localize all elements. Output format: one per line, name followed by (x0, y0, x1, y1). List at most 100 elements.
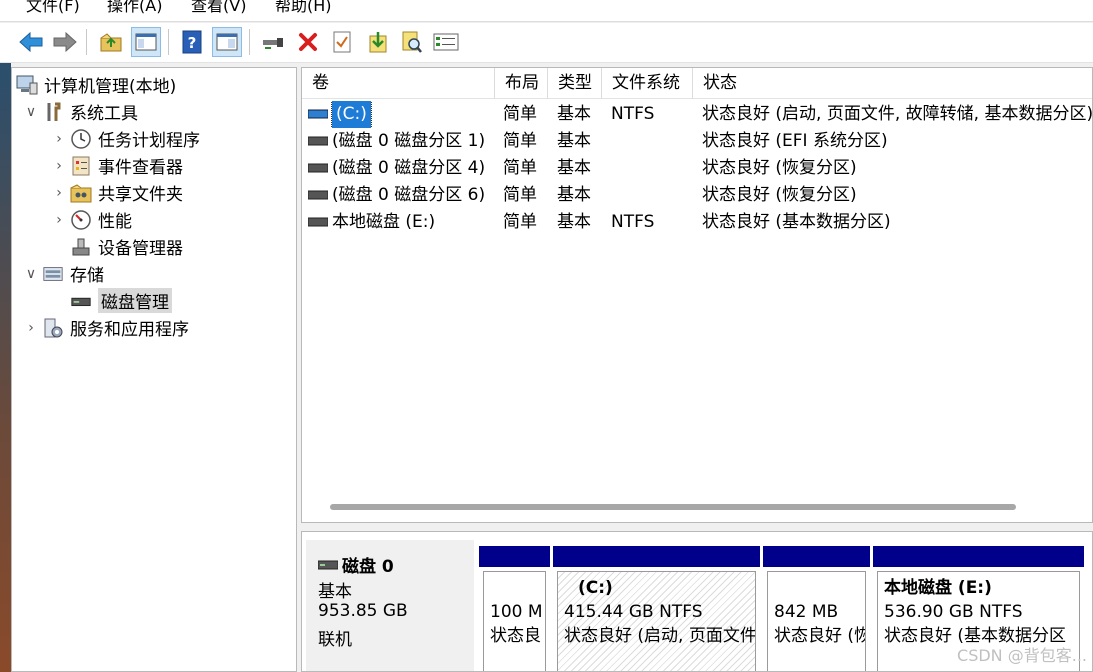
disk-status: 联机 (318, 630, 352, 650)
volume-name-cell: (C:) (308, 101, 494, 128)
tree-label: 设备管理器 (98, 239, 183, 259)
menu-action[interactable]: 操作(A) (107, 0, 162, 17)
volume-list-header: 卷 布局 类型 文件系统 状态 (302, 68, 1092, 99)
partition-size: 536.90 GB NTFS (884, 602, 1023, 622)
volume-status: 状态良好 (基本数据分区) (702, 212, 891, 232)
chevron-down-icon[interactable]: ∨ (20, 104, 42, 120)
partition-status: 状态良 (490, 626, 541, 646)
volume-drive-icon (308, 155, 329, 182)
tree-label: 性能 (98, 212, 132, 232)
column-header-filesystem[interactable]: 文件系统 (602, 68, 693, 99)
help-icon[interactable]: ? (177, 27, 207, 57)
tools-icon (42, 101, 64, 123)
volume-drive-icon (308, 101, 329, 128)
chevron-right-icon[interactable]: › (48, 185, 70, 201)
delete-icon[interactable] (293, 27, 323, 57)
chevron-right-icon[interactable]: › (48, 212, 70, 228)
import-icon[interactable] (363, 27, 393, 57)
volume-type: 基本 (557, 158, 591, 178)
volume-status: 状态良好 (EFI 系统分区) (702, 131, 888, 151)
volume-name: (C:) (331, 101, 372, 128)
partition-recovery[interactable]: 842 MB 状态良好 (恢 (762, 546, 870, 671)
tree-item-computer-management[interactable]: 计算机管理(本地) (16, 71, 176, 98)
tree-item-storage[interactable]: ∨ 存储 (20, 260, 104, 287)
clock-icon (70, 128, 92, 150)
tree-item-device-manager[interactable]: 设备管理器 (70, 233, 183, 260)
column-header-status[interactable]: 状态 (693, 68, 1092, 99)
column-header-volume[interactable]: 卷 (302, 68, 495, 99)
tree-item-system-tools[interactable]: ∨ 系统工具 (20, 98, 138, 125)
menu-bar: 文件(F) 操作(A) 查看(V) 帮助(H) (0, 0, 1093, 22)
tree-item-performance[interactable]: › 性能 (48, 206, 132, 233)
tree-item-event-viewer[interactable]: › 事件查看器 (48, 152, 183, 179)
volume-type: 基本 (557, 185, 591, 205)
volume-row[interactable]: (磁盘 0 磁盘分区 1) 简单 基本 状态良好 (EFI 系统分区) (302, 128, 1092, 155)
volume-status: 状态良好 (恢复分区) (702, 158, 857, 178)
tree-item-services-applications[interactable]: › 服务和应用程序 (20, 314, 189, 341)
volume-status: 状态良好 (启动, 页面文件, 故障转储, 基本数据分区) (702, 104, 1093, 124)
watermark: CSDN @背包客... (957, 646, 1087, 665)
volume-name: (磁盘 0 磁盘分区 6) (332, 185, 486, 205)
forward-arrow-icon[interactable] (50, 27, 80, 57)
horizontal-scrollbar[interactable] (330, 504, 1016, 510)
partition-status: 状态良好 (恢 (774, 626, 866, 646)
pane-splitter[interactable] (301, 523, 1093, 531)
properties-icon[interactable] (431, 27, 461, 57)
volume-filesystem: NTFS (611, 104, 655, 124)
partition-header-bar (553, 546, 760, 567)
partition-size: 842 MB (774, 602, 839, 622)
volume-status: 状态良好 (恢复分区) (702, 185, 857, 205)
check-icon[interactable] (327, 27, 357, 57)
tree-label: 存储 (70, 266, 104, 286)
volume-drive-icon (308, 182, 329, 209)
disk-name: 磁盘 0 (342, 557, 394, 577)
volume-layout: 简单 (503, 131, 537, 151)
volume-row[interactable]: (C:) 简单 基本 NTFS 状态良好 (启动, 页面文件, 故障转储, 基本… (302, 101, 1093, 128)
chevron-right-icon[interactable]: › (48, 158, 70, 174)
tree-label: 磁盘管理 (98, 288, 172, 313)
search-icon[interactable] (397, 27, 427, 57)
partition-body: 100 M 状态良 (483, 571, 546, 671)
tree-item-disk-management[interactable]: 磁盘管理 (70, 287, 172, 314)
console-tree: 计算机管理(本地) ∨ 系统工具 › 任务计划程序 › 事件查看器 › 共享文件… (11, 67, 297, 672)
shared-folder-icon (70, 182, 92, 204)
device-manager-icon (70, 236, 92, 258)
tree-label: 事件查看器 (98, 158, 183, 178)
menu-view[interactable]: 查看(V) (191, 0, 246, 17)
show-hide-tree-icon[interactable] (131, 27, 161, 57)
volume-drive-icon (308, 209, 329, 236)
tree-label: 计算机管理(本地) (44, 77, 177, 97)
volume-layout: 简单 (503, 158, 537, 178)
chevron-right-icon[interactable]: › (48, 131, 70, 147)
volume-name: (磁盘 0 磁盘分区 1) (332, 131, 486, 151)
volume-row[interactable]: 本地磁盘 (E:) 简单 基本 NTFS 状态良好 (基本数据分区) (302, 209, 1092, 236)
column-header-type[interactable]: 类型 (548, 68, 602, 99)
column-header-layout[interactable]: 布局 (495, 68, 548, 99)
partition-c[interactable]: (C:) 415.44 GB NTFS 状态良好 (启动, 页面文件 (552, 546, 760, 671)
menu-file[interactable]: 文件(F) (26, 0, 80, 17)
volume-type: 基本 (557, 212, 591, 232)
partition-status: 状态良好 (启动, 页面文件 (564, 626, 756, 646)
tree-item-shared-folders[interactable]: › 共享文件夹 (48, 179, 183, 206)
volume-filesystem: NTFS (611, 212, 655, 232)
up-folder-icon[interactable] (96, 27, 126, 57)
partition-header-bar (763, 546, 870, 567)
tree-item-task-scheduler[interactable]: › 任务计划程序 (48, 125, 200, 152)
chevron-right-icon[interactable]: › (20, 320, 42, 336)
chevron-down-icon[interactable]: ∨ (20, 266, 42, 282)
tree-label: 服务和应用程序 (70, 320, 189, 340)
services-icon (42, 317, 64, 339)
volume-layout: 简单 (503, 185, 537, 205)
volume-name: 本地磁盘 (E:) (332, 212, 436, 232)
volume-row[interactable]: (磁盘 0 磁盘分区 6) 简单 基本 状态良好 (恢复分区) (302, 182, 1092, 209)
menu-help[interactable]: 帮助(H) (275, 0, 332, 17)
partition-efi[interactable]: 100 M 状态良 (478, 546, 550, 671)
disk-drive-icon (318, 560, 338, 570)
tree-label: 任务计划程序 (98, 131, 200, 151)
disk-info[interactable]: 磁盘 0 基本 953.85 GB 联机 (306, 540, 474, 671)
connect-icon[interactable] (258, 27, 288, 57)
disk-size: 953.85 GB (318, 601, 408, 621)
volume-row[interactable]: (磁盘 0 磁盘分区 4) 简单 基本 状态良好 (恢复分区) (302, 155, 1092, 182)
console-view-icon[interactable] (212, 27, 242, 57)
back-arrow-icon[interactable] (16, 27, 46, 57)
